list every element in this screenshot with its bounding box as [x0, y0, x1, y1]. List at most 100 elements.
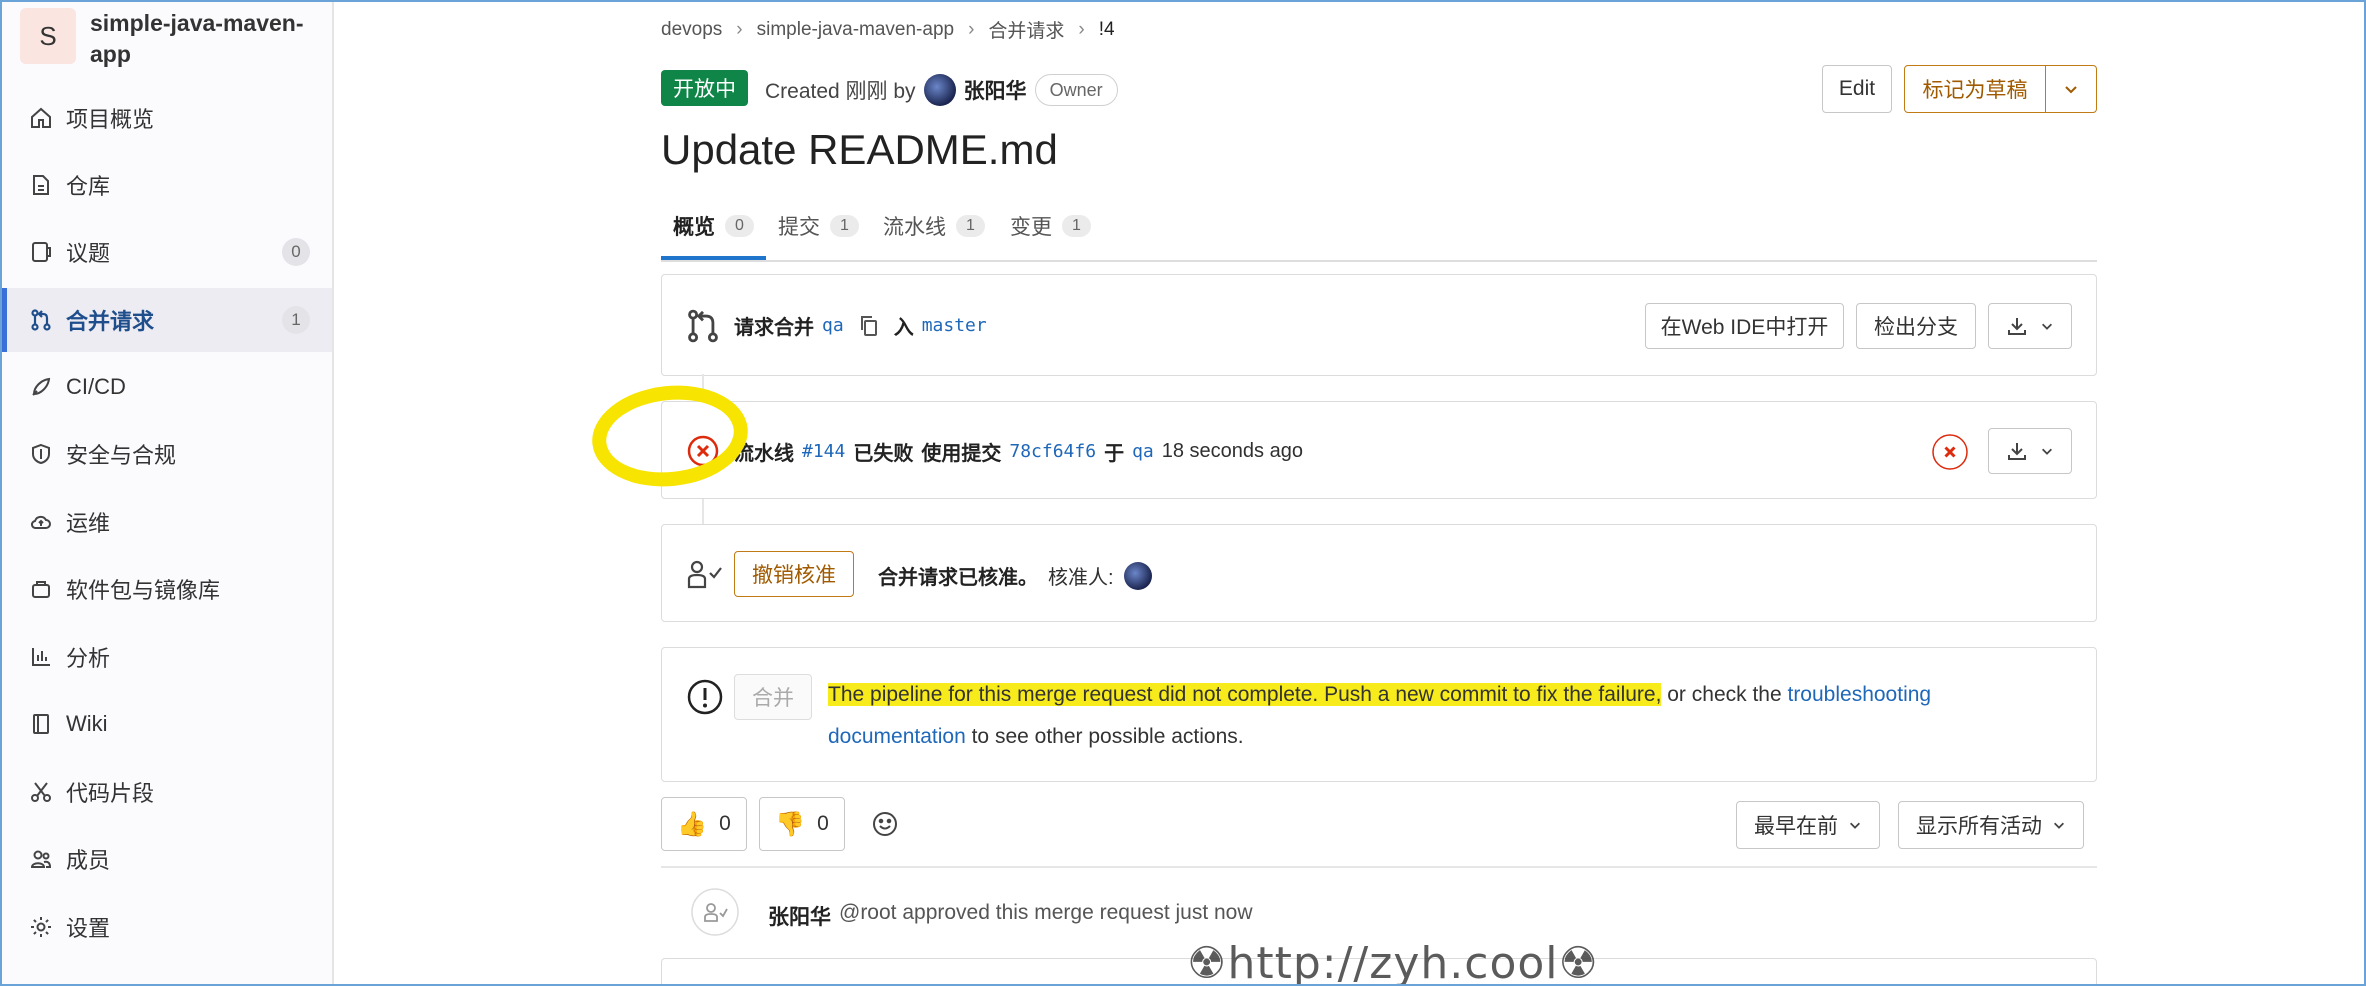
mr-tabs: 概览 0 提交 1 流水线 1 变更 1	[661, 202, 2097, 262]
tab-count: 0	[725, 215, 754, 237]
chevron-down-icon	[2042, 323, 2052, 330]
activity-filter-label: 显示所有活动	[1916, 815, 2042, 838]
scissors-icon	[28, 779, 54, 805]
download-dropdown-button[interactable]	[1988, 303, 2072, 349]
merge-request-icon	[28, 307, 54, 333]
breadcrumb-mr-id[interactable]: !4	[1099, 19, 1115, 41]
sidebar-item-settings[interactable]: 设置	[2, 895, 332, 959]
pipeline-time: 18 seconds ago	[1161, 440, 1303, 462]
users-icon	[28, 846, 54, 872]
comment-tabs: 编辑 预览	[694, 979, 800, 984]
documentation-link[interactable]: documentation	[828, 725, 966, 748]
sidebar-item-analytics[interactable]: 分析	[2, 625, 332, 689]
author-name[interactable]: 张阳华	[964, 75, 1027, 105]
tab-label: 概览	[673, 216, 715, 239]
sidebar-item-cicd[interactable]: CI/CD	[2, 355, 332, 419]
pipeline-status-text: 已失败	[853, 443, 914, 465]
sidebar-item-snippets[interactable]: 代码片段	[2, 760, 332, 824]
activity-filter-dropdown[interactable]: 显示所有活动	[1898, 801, 2084, 849]
troubleshooting-link[interactable]: troubleshooting	[1787, 683, 1931, 706]
tab-count: 1	[830, 215, 859, 237]
tab-commits[interactable]: 提交 1	[778, 206, 859, 246]
tab-pipelines[interactable]: 流水线 1	[883, 206, 985, 246]
chevron-right-icon: ›	[736, 18, 743, 40]
project-name[interactable]: simple-java-maven-app	[90, 8, 310, 70]
sidebar-item-packages[interactable]: 软件包与镜像库	[2, 557, 332, 621]
sort-order-label: 最早在前	[1754, 815, 1838, 838]
sidebar-item-operations[interactable]: 运维	[2, 490, 332, 554]
breadcrumb-group[interactable]: devops	[661, 19, 722, 41]
sort-order-dropdown[interactable]: 最早在前	[1736, 801, 1880, 849]
tab-changes[interactable]: 变更 1	[1010, 206, 1091, 246]
active-tab-indicator	[661, 256, 766, 260]
thumbs-up-button[interactable]: 👍 0	[661, 797, 747, 851]
tab-count: 1	[956, 215, 985, 237]
breadcrumb: devops › simple-java-maven-app › 合并请求 › …	[661, 16, 1115, 43]
sidebar-item-repository[interactable]: 仓库	[2, 153, 332, 217]
sidebar-item-security[interactable]: 安全与合规	[2, 422, 332, 486]
tab-label: 变更	[1010, 216, 1052, 239]
project-avatar[interactable]: S	[20, 8, 76, 64]
sidebar-item-label: 设置	[66, 916, 111, 941]
breadcrumb-merge-requests[interactable]: 合并请求	[988, 16, 1064, 43]
approval-status: 合并请求已核准。 核准人:	[878, 561, 1152, 590]
app-window: S simple-java-maven-app 项目概览 仓库 议题 0 合并请…	[0, 0, 2366, 986]
sidebar-item-label: 仓库	[66, 174, 111, 199]
tail-text: to see other possible actions.	[965, 725, 1244, 748]
avatar[interactable]	[1123, 561, 1152, 590]
merge-widget: 合并 The pipeline for this merge request d…	[661, 647, 2097, 782]
tab-overview[interactable]: 概览 0	[673, 206, 754, 246]
watermark: ☢http://zyh.cool☢	[1187, 938, 1599, 986]
target-branch[interactable]: master	[922, 315, 987, 336]
artifacts-dropdown-button[interactable]	[1988, 428, 2072, 474]
thumbs-up-count: 0	[719, 812, 731, 835]
approval-icon	[687, 560, 722, 589]
failed-stage-icon[interactable]	[1931, 433, 1969, 471]
page-title: Update README.md	[661, 126, 1058, 173]
owner-badge: Owner	[1034, 74, 1118, 106]
sidebar-item-label: 合并请求	[66, 309, 155, 334]
sidebar-item-merge-requests[interactable]: 合并请求 1	[2, 288, 332, 352]
book-icon	[28, 711, 54, 737]
chevron-right-icon: ›	[968, 18, 975, 40]
merge-prefix: 请求合并	[734, 317, 814, 339]
pipeline-id-link[interactable]: #144	[802, 441, 845, 462]
edit-button[interactable]: Edit	[1822, 65, 1892, 113]
avatar[interactable]	[923, 74, 956, 106]
revoke-approval-button[interactable]: 撤销核准	[734, 551, 854, 597]
tab-label: 提交	[778, 216, 820, 239]
draft-dropdown-button[interactable]	[2045, 65, 2097, 113]
tab-preview[interactable]: 预览	[760, 979, 800, 984]
sidebar-item-issues[interactable]: 议题 0	[2, 220, 332, 284]
sidebar-item-label: Wiki	[66, 711, 108, 736]
sidebar-item-label: 代码片段	[66, 781, 155, 806]
sidebar-item-label: 软件包与镜像库	[66, 578, 221, 603]
chevron-down-icon	[2065, 86, 2077, 94]
approvers-label: 核准人:	[1048, 567, 1114, 589]
pipeline-branch-link[interactable]: qa	[1132, 441, 1154, 462]
sidebar-item-overview[interactable]: 项目概览	[2, 86, 332, 150]
merge-button[interactable]: 合并	[734, 674, 812, 720]
merge-info-card: 请求合并 qa 入 master 在Web IDE中打开 检出分支	[661, 274, 2097, 376]
thumbs-down-button[interactable]: 👎 0	[759, 797, 845, 851]
chevron-right-icon: ›	[1078, 18, 1085, 40]
copy-icon[interactable]	[858, 314, 880, 338]
activity-author[interactable]: 张阳华	[768, 901, 831, 931]
warning-icon	[687, 679, 723, 715]
chart-icon	[28, 644, 54, 670]
breadcrumb-project[interactable]: simple-java-maven-app	[757, 19, 954, 41]
tab-label: 流水线	[883, 216, 946, 239]
rocket-icon	[28, 374, 54, 400]
open-web-ide-button[interactable]: 在Web IDE中打开	[1645, 303, 1844, 349]
commit-sha-link[interactable]: 78cf64f6	[1009, 441, 1096, 462]
approval-card: 撤销核准 合并请求已核准。 核准人:	[661, 524, 2097, 622]
merge-branches: 请求合并 qa 入 master	[734, 311, 987, 340]
add-reaction-icon[interactable]	[871, 810, 899, 838]
source-branch[interactable]: qa	[822, 315, 844, 336]
checkout-branch-button[interactable]: 检出分支	[1856, 303, 1976, 349]
sidebar-item-wiki[interactable]: Wiki	[2, 692, 332, 756]
chevron-down-icon	[2042, 448, 2052, 455]
mark-as-draft-button[interactable]: 标记为草稿	[1904, 65, 2046, 113]
tab-write[interactable]: 编辑	[694, 979, 734, 984]
sidebar-item-members[interactable]: 成员	[2, 827, 332, 891]
